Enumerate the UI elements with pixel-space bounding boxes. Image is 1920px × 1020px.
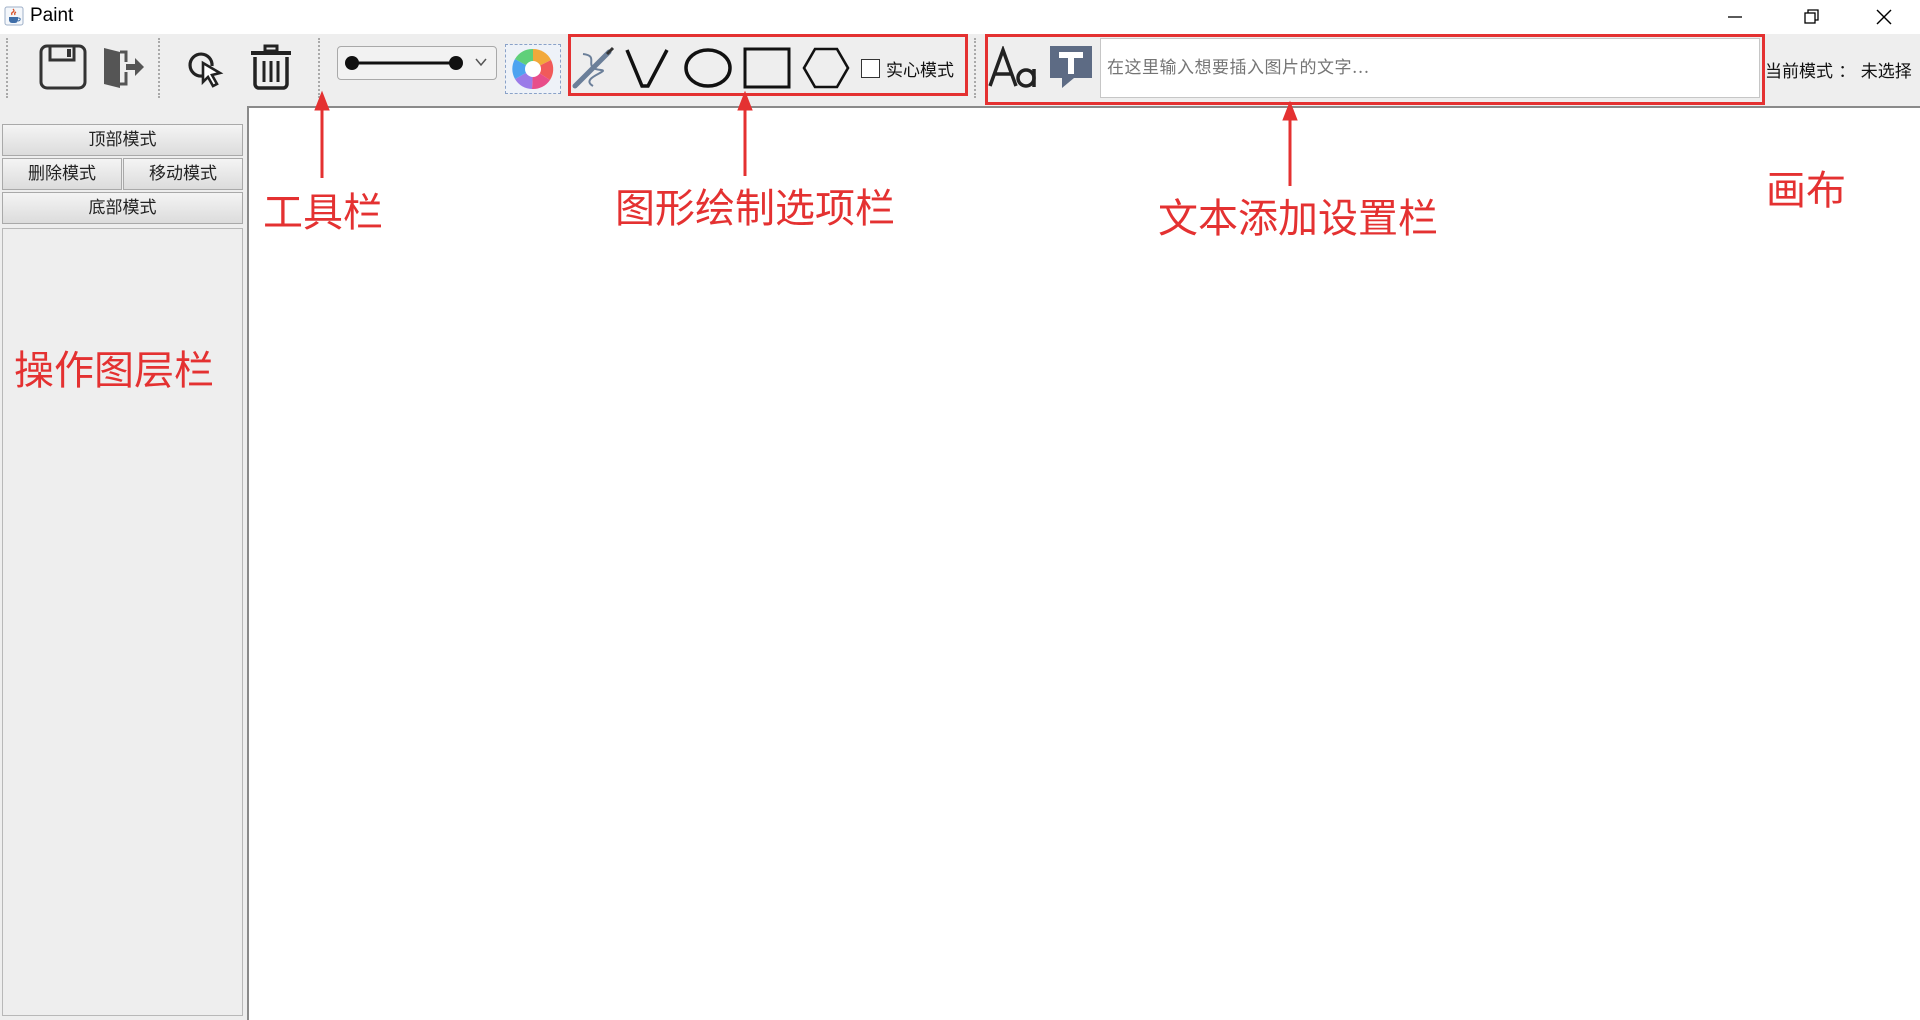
close-icon xyxy=(1876,9,1892,25)
drawing-canvas[interactable] xyxy=(247,106,1920,1020)
window-title: Paint xyxy=(30,5,74,26)
toolbar: 实心模式 当前模式 ： 未选择 xyxy=(0,34,1920,106)
layer-panel: 顶部模式 删除模式 移动模式 底部模式 xyxy=(0,106,247,1020)
maximize-button[interactable] xyxy=(1777,0,1847,33)
exit-button[interactable] xyxy=(100,44,146,94)
chevron-down-icon xyxy=(475,58,487,67)
maximize-icon xyxy=(1804,9,1819,24)
exit-icon xyxy=(104,48,144,88)
title-bar: Paint xyxy=(0,0,1920,33)
current-mode-label: 当前模式 ： 未选择 xyxy=(1765,62,1912,82)
delete-all-button[interactable] xyxy=(248,44,294,94)
minimize-button[interactable] xyxy=(1700,0,1770,33)
save-button[interactable] xyxy=(38,44,88,94)
line-width-select[interactable] xyxy=(337,46,497,80)
text-settings-highlight xyxy=(985,34,1765,105)
bottom-mode-button[interactable]: 底部模式 xyxy=(2,192,243,224)
toolbar-separator xyxy=(318,38,322,98)
text-settings-annotation: 文本添加设置栏 xyxy=(1158,196,1438,242)
toolbar-separator xyxy=(158,38,162,98)
shape-options-highlight xyxy=(568,34,968,96)
delete-mode-button[interactable]: 删除模式 xyxy=(2,158,122,190)
line-with-endpoints-icon xyxy=(345,56,463,70)
toolbar-annotation: 工具栏 xyxy=(263,190,383,236)
trash-icon xyxy=(251,44,291,90)
color-picker-button[interactable] xyxy=(505,44,561,94)
minimize-icon xyxy=(1728,16,1742,18)
layer-panel-annotation: 操作图层栏 xyxy=(14,348,214,394)
toolbar-separator xyxy=(974,38,978,98)
java-cup-icon xyxy=(4,6,24,26)
toolbar-grip[interactable] xyxy=(6,38,10,98)
canvas-annotation: 画布 xyxy=(1766,168,1846,214)
save-icon xyxy=(39,44,87,90)
color-wheel-icon xyxy=(512,48,554,90)
shape-options-annotation: 图形绘制选项栏 xyxy=(615,186,895,232)
top-mode-button[interactable]: 顶部模式 xyxy=(2,124,243,156)
select-cursor-icon xyxy=(188,52,224,88)
select-button[interactable] xyxy=(186,48,226,92)
move-mode-button[interactable]: 移动模式 xyxy=(123,158,243,190)
close-button[interactable] xyxy=(1849,0,1919,33)
